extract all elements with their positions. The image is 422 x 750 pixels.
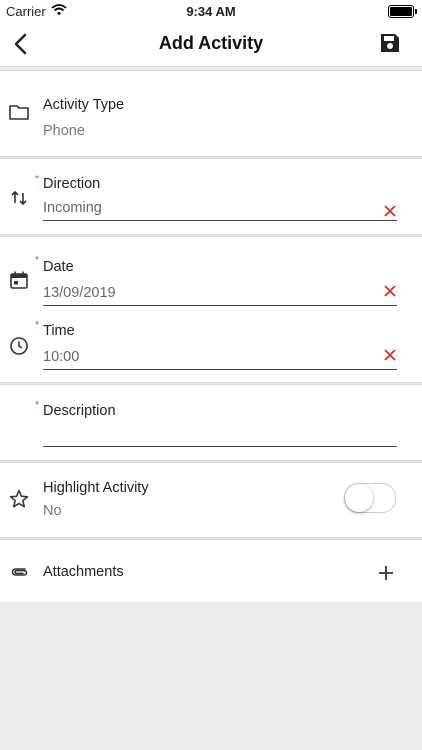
- clock-icon: [10, 337, 28, 355]
- highlight-activity-section: Highlight Activity No: [0, 462, 422, 538]
- status-bar: Carrier 9:34 AM: [0, 0, 422, 22]
- swap-vertical-icon: [11, 190, 27, 206]
- time-field[interactable]: 10:00: [43, 349, 79, 365]
- description-underline: [43, 446, 397, 447]
- activity-type-value: Phone: [43, 123, 85, 139]
- date-time-section: * Date 13/09/2019 * Time 10:00: [0, 236, 422, 383]
- calendar-icon: [10, 271, 28, 289]
- add-attachment-icon[interactable]: [378, 565, 394, 581]
- direction-section: * Direction Incoming: [0, 158, 422, 235]
- description-field[interactable]: [43, 425, 397, 445]
- description-section: * Description: [0, 384, 422, 461]
- status-time: 9:34 AM: [186, 4, 236, 19]
- toggle-knob: [345, 484, 373, 512]
- date-field[interactable]: 13/09/2019: [43, 285, 116, 301]
- description-required-mark: *: [35, 400, 39, 411]
- paperclip-icon: [11, 568, 28, 576]
- clear-direction-icon[interactable]: [384, 205, 396, 217]
- highlight-activity-value: No: [43, 503, 62, 519]
- time-label: Time: [43, 323, 75, 339]
- save-icon[interactable]: [378, 31, 402, 55]
- attachments-section[interactable]: Attachments: [0, 539, 422, 602]
- activity-type-label: Activity Type: [43, 97, 125, 113]
- date-underline: [43, 305, 397, 306]
- clear-time-icon[interactable]: [384, 349, 396, 361]
- direction-label: Direction: [43, 176, 101, 192]
- navigation-bar: Add Activity: [0, 22, 422, 67]
- time-underline: [43, 369, 397, 370]
- activity-type-section[interactable]: Activity Type Phone: [0, 70, 422, 157]
- clear-date-icon[interactable]: [384, 285, 396, 297]
- folder-icon: [9, 105, 29, 120]
- date-label: Date: [43, 259, 74, 275]
- highlight-activity-label: Highlight Activity: [43, 480, 149, 496]
- direction-field[interactable]: Incoming: [43, 200, 102, 216]
- date-required-mark: *: [35, 255, 39, 266]
- time-required-mark: *: [35, 320, 39, 331]
- description-label: Description: [43, 403, 116, 419]
- highlight-activity-toggle[interactable]: [344, 483, 396, 513]
- direction-underline: [43, 220, 397, 221]
- page-title: Add Activity: [158, 33, 264, 53]
- star-icon: [9, 489, 29, 508]
- direction-required-mark: *: [35, 174, 39, 185]
- battery-icon: [388, 5, 417, 18]
- attachments-label: Attachments: [43, 564, 124, 580]
